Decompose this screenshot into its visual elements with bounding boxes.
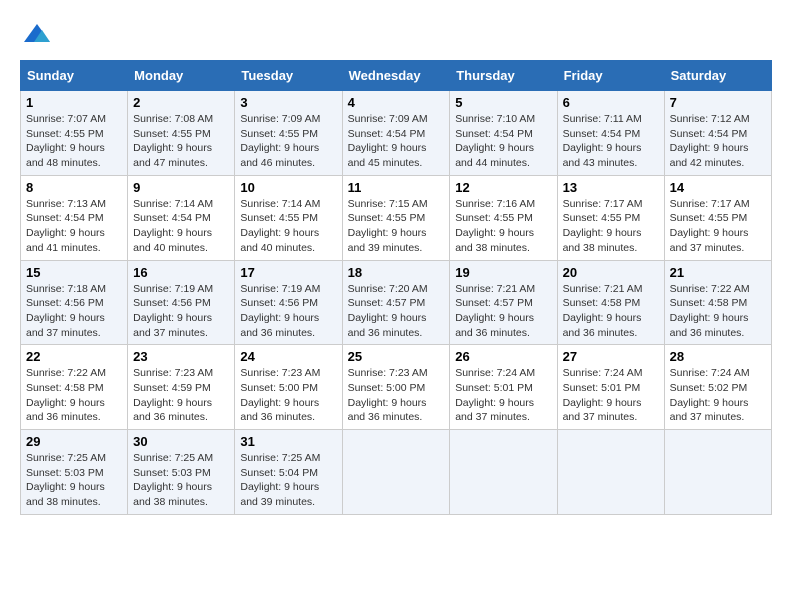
table-row: 17 Sunrise: 7:19 AMSunset: 4:56 PMDaylig… xyxy=(235,260,342,345)
logo xyxy=(20,20,52,50)
table-row xyxy=(557,430,664,515)
table-row: 11 Sunrise: 7:15 AMSunset: 4:55 PMDaylig… xyxy=(342,175,450,260)
table-row: 5 Sunrise: 7:10 AMSunset: 4:54 PMDayligh… xyxy=(450,91,557,176)
col-monday: Monday xyxy=(128,61,235,91)
table-row: 10 Sunrise: 7:14 AMSunset: 4:55 PMDaylig… xyxy=(235,175,342,260)
table-row: 4 Sunrise: 7:09 AMSunset: 4:54 PMDayligh… xyxy=(342,91,450,176)
table-row: 19 Sunrise: 7:21 AMSunset: 4:57 PMDaylig… xyxy=(450,260,557,345)
col-friday: Friday xyxy=(557,61,664,91)
table-row: 25 Sunrise: 7:23 AMSunset: 5:00 PMDaylig… xyxy=(342,345,450,430)
col-tuesday: Tuesday xyxy=(235,61,342,91)
table-row: 8 Sunrise: 7:13 AMSunset: 4:54 PMDayligh… xyxy=(21,175,128,260)
col-wednesday: Wednesday xyxy=(342,61,450,91)
table-row: 15 Sunrise: 7:18 AMSunset: 4:56 PMDaylig… xyxy=(21,260,128,345)
table-row: 7 Sunrise: 7:12 AMSunset: 4:54 PMDayligh… xyxy=(664,91,771,176)
table-row: 27 Sunrise: 7:24 AMSunset: 5:01 PMDaylig… xyxy=(557,345,664,430)
week-row-2: 8 Sunrise: 7:13 AMSunset: 4:54 PMDayligh… xyxy=(21,175,772,260)
table-row: 6 Sunrise: 7:11 AMSunset: 4:54 PMDayligh… xyxy=(557,91,664,176)
table-row xyxy=(664,430,771,515)
header-row: Sunday Monday Tuesday Wednesday Thursday… xyxy=(21,61,772,91)
logo-icon xyxy=(22,20,52,50)
col-sunday: Sunday xyxy=(21,61,128,91)
table-row: 26 Sunrise: 7:24 AMSunset: 5:01 PMDaylig… xyxy=(450,345,557,430)
col-saturday: Saturday xyxy=(664,61,771,91)
table-row: 22 Sunrise: 7:22 AMSunset: 4:58 PMDaylig… xyxy=(21,345,128,430)
page-header xyxy=(20,20,772,50)
table-row: 31 Sunrise: 7:25 AMSunset: 5:04 PMDaylig… xyxy=(235,430,342,515)
table-row: 3 Sunrise: 7:09 AMSunset: 4:55 PMDayligh… xyxy=(235,91,342,176)
table-row: 24 Sunrise: 7:23 AMSunset: 5:00 PMDaylig… xyxy=(235,345,342,430)
table-row: 21 Sunrise: 7:22 AMSunset: 4:58 PMDaylig… xyxy=(664,260,771,345)
table-row: 14 Sunrise: 7:17 AMSunset: 4:55 PMDaylig… xyxy=(664,175,771,260)
table-row: 16 Sunrise: 7:19 AMSunset: 4:56 PMDaylig… xyxy=(128,260,235,345)
table-row: 1 Sunrise: 7:07 AMSunset: 4:55 PMDayligh… xyxy=(21,91,128,176)
week-row-5: 29 Sunrise: 7:25 AMSunset: 5:03 PMDaylig… xyxy=(21,430,772,515)
table-row: 30 Sunrise: 7:25 AMSunset: 5:03 PMDaylig… xyxy=(128,430,235,515)
table-row: 2 Sunrise: 7:08 AMSunset: 4:55 PMDayligh… xyxy=(128,91,235,176)
table-row: 9 Sunrise: 7:14 AMSunset: 4:54 PMDayligh… xyxy=(128,175,235,260)
week-row-1: 1 Sunrise: 7:07 AMSunset: 4:55 PMDayligh… xyxy=(21,91,772,176)
table-row: 18 Sunrise: 7:20 AMSunset: 4:57 PMDaylig… xyxy=(342,260,450,345)
table-row: 12 Sunrise: 7:16 AMSunset: 4:55 PMDaylig… xyxy=(450,175,557,260)
table-row: 29 Sunrise: 7:25 AMSunset: 5:03 PMDaylig… xyxy=(21,430,128,515)
week-row-3: 15 Sunrise: 7:18 AMSunset: 4:56 PMDaylig… xyxy=(21,260,772,345)
week-row-4: 22 Sunrise: 7:22 AMSunset: 4:58 PMDaylig… xyxy=(21,345,772,430)
table-row: 23 Sunrise: 7:23 AMSunset: 4:59 PMDaylig… xyxy=(128,345,235,430)
col-thursday: Thursday xyxy=(450,61,557,91)
table-row: 28 Sunrise: 7:24 AMSunset: 5:02 PMDaylig… xyxy=(664,345,771,430)
table-row: 13 Sunrise: 7:17 AMSunset: 4:55 PMDaylig… xyxy=(557,175,664,260)
table-row xyxy=(450,430,557,515)
calendar-table: Sunday Monday Tuesday Wednesday Thursday… xyxy=(20,60,772,515)
table-row: 20 Sunrise: 7:21 AMSunset: 4:58 PMDaylig… xyxy=(557,260,664,345)
table-row xyxy=(342,430,450,515)
